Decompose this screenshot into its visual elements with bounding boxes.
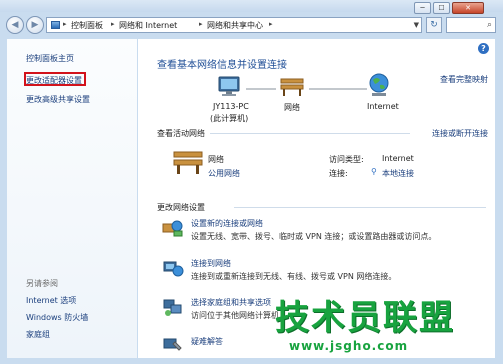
control-panel-home-link[interactable]: 控制面板主页 (26, 53, 74, 64)
help-icon[interactable]: ? (478, 43, 489, 54)
address-dropdown-icon[interactable]: ▼ (414, 21, 419, 29)
breadcrumb-control-panel[interactable]: 控制面板 (71, 20, 103, 31)
connection-line (246, 88, 276, 90)
internet-label: Internet (367, 102, 399, 111)
task-description: 访问位于其他网络计算机 (191, 311, 279, 320)
task-title[interactable]: 疑难解答 (191, 336, 223, 347)
breadcrumb-separator-icon: ▸ (269, 20, 273, 28)
network-type-link[interactable]: 公用网络 (208, 168, 240, 179)
task-description: 设置无线、宽带、拨号、临时或 VPN 连接；或设置路由器或访问点。 (191, 232, 437, 241)
access-type-value: Internet (382, 154, 414, 163)
navigation-row: ◀ ▶ ▸ 控制面板 ▸ 网络和 Internet ▸ 网络和共享中心 ▸ ▼ … (0, 13, 503, 35)
window: ─ ☐ ✕ ◀ ▶ ▸ 控制面板 ▸ 网络和 Internet ▸ 网络和共享中… (0, 0, 503, 364)
connection-line (309, 88, 367, 90)
back-arrow-icon: ◀ (11, 20, 19, 30)
computer-subtitle: (此计算机) (210, 114, 249, 123)
task-description: 连接到或重新连接到无线、有线、拨号或 VPN 网络连接。 (191, 272, 397, 281)
page-title: 查看基本网络信息并设置连接 (157, 60, 287, 71)
computer-icon[interactable] (216, 75, 244, 99)
task-title[interactable]: 选择家庭组和共享选项 (191, 297, 271, 308)
breadcrumb-separator-icon: ▸ (63, 20, 67, 28)
connect-disconnect-link[interactable]: 连接或断开连接 (432, 128, 488, 139)
refresh-button[interactable]: ↻ (426, 17, 442, 33)
see-also-heading: 另请参阅 (26, 279, 58, 288)
refresh-icon: ↻ (430, 20, 438, 30)
active-networks-heading: 查看活动网络 (157, 129, 205, 138)
change-adapter-settings-link[interactable]: 更改适配器设置 (26, 75, 82, 86)
forward-button[interactable]: ▶ (26, 16, 44, 34)
connect-network-icon (163, 261, 184, 277)
breadcrumb-separator-icon: ▸ (199, 20, 203, 28)
homegroup-icon (163, 299, 182, 316)
network-label: 网络 (284, 103, 300, 112)
bench-network-icon (173, 151, 203, 174)
access-type-label: 访问类型: (329, 155, 364, 164)
breadcrumb-network-internet[interactable]: 网络和 Internet (119, 20, 177, 31)
connection-label: 连接: (329, 169, 348, 178)
change-settings-heading: 更改网络设置 (157, 203, 205, 212)
forward-arrow-icon: ▶ (31, 20, 39, 30)
bench-network-icon[interactable] (279, 75, 305, 97)
divider (234, 207, 486, 208)
left-pane: 控制面板主页 更改适配器设置 更改高级共享设置 另请参阅 Internet 选项… (7, 39, 137, 358)
control-panel-icon (51, 21, 60, 29)
internet-options-link[interactable]: Internet 选项 (26, 295, 76, 306)
troubleshoot-icon (163, 338, 182, 351)
back-button[interactable]: ◀ (6, 16, 24, 34)
address-bar[interactable]: ▸ 控制面板 ▸ 网络和 Internet ▸ 网络和共享中心 ▸ ▼ (46, 17, 422, 33)
watermark-url: www.jsgho.com (289, 339, 409, 353)
adapter-icon: ⚲ (371, 167, 377, 176)
search-icon: ⌕ (486, 20, 492, 30)
divider (210, 133, 410, 134)
new-connection-icon (162, 220, 183, 237)
watermark-text: 技术员联盟 (275, 298, 455, 338)
local-connection-link[interactable]: 本地连接 (382, 168, 414, 179)
windows-firewall-link[interactable]: Windows 防火墙 (26, 312, 88, 323)
task-title[interactable]: 设置新的连接或网络 (191, 218, 263, 229)
globe-icon[interactable] (368, 73, 390, 97)
view-full-map-link[interactable]: 查看完整映射 (440, 74, 488, 85)
search-input[interactable]: ⌕ (446, 17, 496, 33)
change-advanced-sharing-link[interactable]: 更改高级共享设置 (26, 94, 90, 105)
computer-name: JY113-PC (213, 102, 249, 111)
homegroup-link[interactable]: 家庭组 (26, 329, 50, 340)
task-title[interactable]: 连接到网络 (191, 258, 231, 269)
watermark: 技术员联盟 www.jsgho.com (275, 298, 497, 354)
breadcrumb-separator-icon: ▸ (111, 20, 115, 28)
active-network-name: 网络 (208, 155, 224, 164)
breadcrumb-network-sharing-center[interactable]: 网络和共享中心 (207, 20, 263, 31)
